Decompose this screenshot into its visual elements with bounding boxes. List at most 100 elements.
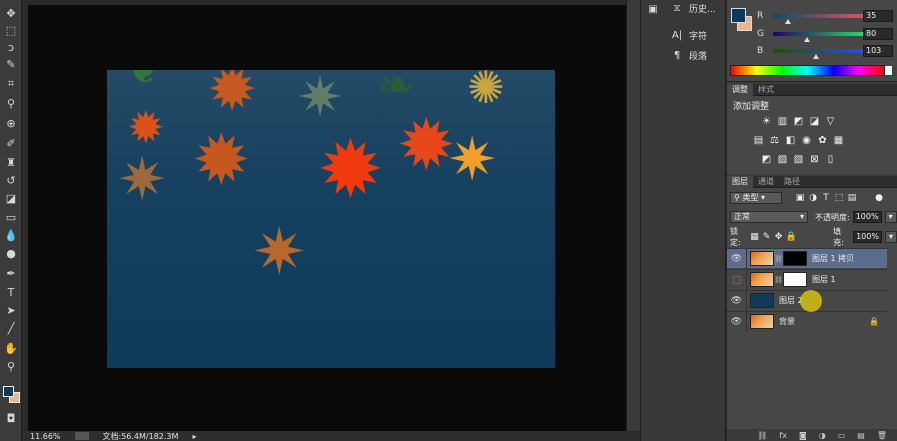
filter-pixel-icon[interactable]: ▣: [795, 193, 805, 203]
eraser-tool-icon[interactable]: ◪: [3, 191, 19, 205]
clone-stamp-tool-icon[interactable]: ♜: [3, 155, 19, 169]
tab-styles[interactable]: 样式: [753, 84, 779, 96]
gradient-map-icon[interactable]: ▯: [825, 154, 836, 165]
layer-name[interactable]: 图层 1: [812, 274, 836, 285]
leaf-graphic: ❧: [377, 70, 415, 111]
layer-row[interactable]: ⛓ 图层 1: [727, 269, 887, 290]
layer-mask-thumbnail[interactable]: [783, 272, 807, 287]
black-white-icon[interactable]: ◧: [785, 135, 796, 146]
lock-all-icon[interactable]: 🔒: [786, 232, 797, 242]
lock-label: 锁定:: [730, 227, 741, 247]
layer-name[interactable]: 图层 1 拷贝: [812, 253, 854, 264]
color-panel-fg-swatch[interactable]: [731, 8, 746, 23]
move-tool-icon[interactable]: ✥: [3, 6, 19, 20]
lock-position-icon[interactable]: ✥: [774, 232, 783, 242]
color-balance-icon[interactable]: ⚖: [769, 135, 780, 146]
zoom-tool-icon[interactable]: ⚲: [3, 359, 19, 373]
eyedropper-tool-icon[interactable]: ⚲: [3, 96, 19, 110]
pen-tool-icon[interactable]: ✒: [3, 266, 19, 280]
character-panel-button[interactable]: A| 字符: [671, 27, 707, 43]
tab-layers[interactable]: 图层: [727, 175, 753, 188]
filter-type-icon[interactable]: T: [821, 193, 831, 203]
photo-filter-icon[interactable]: ◉: [801, 135, 812, 146]
fx-icon[interactable]: fx: [779, 431, 787, 440]
eye-icon[interactable]: 👁: [727, 311, 747, 332]
foreground-color-swatch[interactable]: [3, 386, 14, 397]
green-slider-thumb[interactable]: [804, 37, 810, 42]
document-image[interactable]: ❦ ✹ ✷ ❧ ✺ ✹ ✷ ✹ ✹ ✹ ✷ ✷: [107, 70, 555, 368]
layer-thumbnail: [750, 251, 774, 266]
new-group-icon[interactable]: ▭: [838, 431, 846, 440]
brightness-icon[interactable]: ☀: [761, 116, 772, 127]
tab-adjustments[interactable]: 调整: [727, 83, 753, 96]
blue-value-input[interactable]: 103: [863, 45, 893, 57]
nav-widget[interactable]: [74, 432, 89, 440]
red-slider-thumb[interactable]: [785, 19, 791, 24]
link-layers-icon[interactable]: ⛓: [757, 431, 767, 440]
zoom-level[interactable]: 11.66%: [30, 432, 61, 441]
gradient-tool-icon[interactable]: ▭: [3, 210, 19, 224]
crop-tool-icon[interactable]: ⌗: [3, 76, 19, 90]
hand-tool-icon[interactable]: ✋: [3, 341, 19, 355]
history-brush-tool-icon[interactable]: ↺: [3, 173, 19, 187]
marquee-tool-icon[interactable]: ⬚: [3, 23, 19, 37]
brush-tool-icon[interactable]: ✐: [3, 136, 19, 150]
layer-name[interactable]: 背景: [779, 316, 795, 327]
panel-icon[interactable]: ▣: [647, 3, 659, 15]
filter-smart-icon[interactable]: ▤: [847, 193, 857, 203]
status-arrow-icon[interactable]: ▸: [192, 432, 196, 441]
blur-tool-icon[interactable]: 💧: [3, 228, 19, 242]
threshold-icon[interactable]: ▧: [793, 154, 804, 165]
layer-row[interactable]: 👁 背景 🔒: [727, 311, 887, 332]
red-slider-row: R 35: [757, 9, 897, 24]
tab-channels[interactable]: 通道: [753, 176, 779, 188]
layer-row[interactable]: 👁 ⛓ 图层 1 拷贝: [727, 248, 887, 269]
type-tool-icon[interactable]: T: [3, 285, 19, 299]
selective-color-icon[interactable]: ⊠: [809, 154, 820, 165]
blue-label: B: [757, 46, 764, 56]
channel-mixer-icon[interactable]: ✿: [817, 135, 828, 146]
posterize-icon[interactable]: ▨: [777, 154, 788, 165]
red-value-input[interactable]: 35: [863, 10, 893, 22]
path-select-tool-icon[interactable]: ➤: [3, 303, 19, 317]
blue-slider-thumb[interactable]: [813, 54, 819, 59]
history-panel-button[interactable]: ⧖ 历史...: [671, 0, 715, 16]
quick-mask-icon[interactable]: ◘: [3, 411, 19, 425]
opacity-dropdown-icon[interactable]: ▾: [884, 211, 897, 223]
new-adjustment-icon[interactable]: ◑: [819, 431, 826, 440]
lasso-tool-icon[interactable]: ↄ: [3, 40, 19, 54]
line-tool-icon[interactable]: ╱: [3, 321, 19, 335]
filter-toggle-icon[interactable]: ●: [874, 193, 884, 203]
fill-input[interactable]: 100%: [853, 231, 882, 243]
tab-paths[interactable]: 路径: [779, 176, 805, 188]
lock-transparent-icon[interactable]: ▦: [750, 232, 759, 242]
paragraph-panel-button[interactable]: ¶ 段落: [671, 47, 707, 63]
blend-mode-dropdown[interactable]: 正常 ▾: [730, 211, 808, 223]
delete-layer-icon[interactable]: 🗑: [877, 431, 887, 440]
dodge-tool-icon[interactable]: ●: [3, 246, 19, 260]
layer-mask-thumbnail[interactable]: [783, 251, 807, 266]
eye-icon[interactable]: 👁: [727, 290, 747, 311]
lock-image-icon[interactable]: ✎: [762, 232, 771, 242]
exposure-icon[interactable]: ◪: [809, 116, 820, 127]
opacity-input[interactable]: 100%: [852, 211, 882, 223]
healing-brush-tool-icon[interactable]: ⊕: [3, 116, 19, 130]
curves-icon[interactable]: ◩: [793, 116, 804, 127]
levels-icon[interactable]: ▥: [777, 116, 788, 127]
color-spectrum-bar[interactable]: [730, 65, 892, 76]
quick-select-tool-icon[interactable]: ✎: [3, 57, 19, 71]
kind-filter-dropdown[interactable]: ⚲ 类型 ▾: [730, 192, 782, 204]
hue-saturation-icon[interactable]: ▤: [753, 135, 764, 146]
green-value-input[interactable]: 80: [863, 28, 893, 40]
new-layer-icon[interactable]: ▤: [857, 431, 865, 440]
add-mask-icon[interactable]: ◙: [799, 431, 807, 440]
vibrance-icon[interactable]: ▽: [825, 116, 836, 127]
filter-adjustment-icon[interactable]: ◑: [808, 193, 818, 203]
layers-footer: ⛓ fx ◙ ◑ ▭ ▤ 🗑: [727, 429, 897, 441]
color-lookup-icon[interactable]: ▦: [833, 135, 844, 146]
filter-shape-icon[interactable]: ⬚: [834, 193, 844, 203]
invert-icon[interactable]: ◩: [761, 154, 772, 165]
fill-dropdown-icon[interactable]: ▾: [884, 231, 897, 243]
eye-icon[interactable]: 👁: [727, 248, 747, 269]
eye-off-toggle[interactable]: [727, 269, 747, 290]
